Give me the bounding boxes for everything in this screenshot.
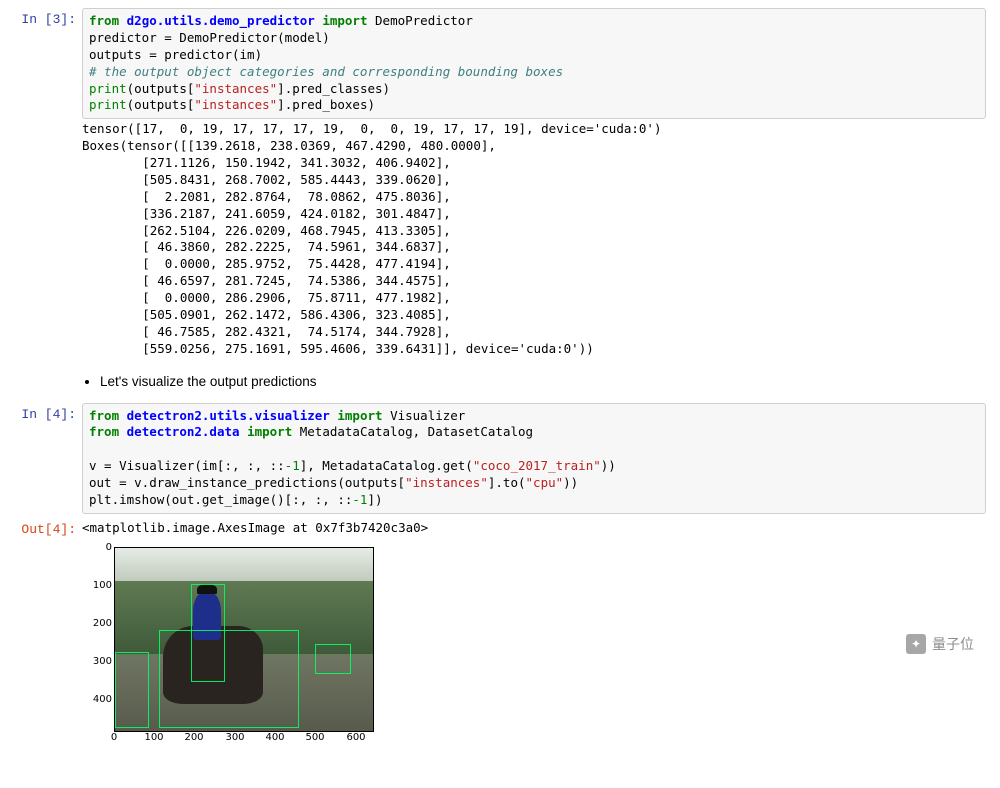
kw-import: import [337,408,382,423]
code-text: ].to( [488,475,526,490]
kw-from: from [89,13,119,28]
y-tick-label: 400 [84,694,112,705]
string-literal: "instances" [405,475,488,490]
y-tick-label: 100 [84,580,112,591]
import-name: DemoPredictor [375,13,473,28]
code-text: (outputs[ [127,81,195,96]
kw-from: from [89,424,119,439]
builtin-print: print [89,97,127,112]
code-text: ]) [367,492,382,507]
code-text: ].pred_classes) [277,81,390,96]
prompt-in-3: In [3]: [14,8,82,399]
string-literal: "instances" [194,97,277,112]
code-text: )) [563,475,578,490]
bbox-person [191,584,225,682]
import-name: Visualizer [390,408,465,423]
y-tick-label: 0 [84,542,112,553]
cell-out-4: Out[4]: <matplotlib.image.AxesImage at 0… [14,518,986,754]
builtin-print: print [89,81,127,96]
prompt-in-4: In [4]: [14,403,82,514]
kw-from: from [89,408,119,423]
stdout-3: tensor([17, 0, 19, 17, 17, 17, 19, 0, 0,… [82,119,986,363]
bbox-right [315,644,351,674]
x-tick-label: 500 [305,732,324,743]
code-text: v = Visualizer(im[:, :, :: [89,458,285,473]
string-literal: "instances" [194,81,277,96]
code-input-4[interactable]: from detectron2.utils.visualizer import … [82,403,986,514]
module-path: detectron2.data [127,424,240,439]
axes-image: 0 100 200 300 400 0 [82,547,374,750]
bbox-left [115,652,149,728]
markdown-cell: Let's visualize the output predictions [82,364,986,399]
number-literal: -1 [285,458,300,473]
module-path: detectron2.utils.visualizer [127,408,330,423]
plot-output-4: 0 100 200 300 400 0 [82,543,986,754]
y-tick-label: 300 [84,656,112,667]
code-line: outputs = predictor(im) [89,47,262,62]
code-input-3[interactable]: from d2go.utils.demo_predictor import De… [82,8,986,119]
code-line: predictor = DemoPredictor(model) [89,30,330,45]
kw-import: import [322,13,367,28]
string-literal: "cpu" [526,475,564,490]
code-comment: # the output object categories and corre… [89,64,563,79]
x-tick-label: 600 [346,732,365,743]
x-tick-label: 0 [111,732,117,743]
prompt-out-4: Out[4]: [14,518,82,754]
x-tick-label: 300 [225,732,244,743]
markdown-bullet: Let's visualize the output predictions [100,374,986,389]
x-tick-label: 100 [144,732,163,743]
cell-in-4: In [4]: from detectron2.utils.visualizer… [14,403,986,514]
code-text: plt.imshow(out.get_image()[:, :, :: [89,492,352,507]
code-text: (outputs[ [127,97,195,112]
string-literal: "coco_2017_train" [473,458,601,473]
code-text: ].pred_boxes) [277,97,375,112]
import-names: MetadataCatalog, DatasetCatalog [300,424,533,439]
cell-in-3: In [3]: from d2go.utils.demo_predictor i… [14,8,986,399]
module-path: d2go.utils.demo_predictor [127,13,315,28]
bbox-horse [159,630,299,728]
code-text: ], MetadataCatalog.get( [300,458,473,473]
detection-image [114,547,374,732]
number-literal: -1 [352,492,367,507]
code-text: out = v.draw_instance_predictions(output… [89,475,405,490]
x-tick-label: 200 [184,732,203,743]
x-tick-label: 400 [265,732,284,743]
code-text: )) [601,458,616,473]
y-tick-label: 200 [84,618,112,629]
result-repr-4: <matplotlib.image.AxesImage at 0x7f3b742… [82,518,986,543]
kw-import: import [247,424,292,439]
